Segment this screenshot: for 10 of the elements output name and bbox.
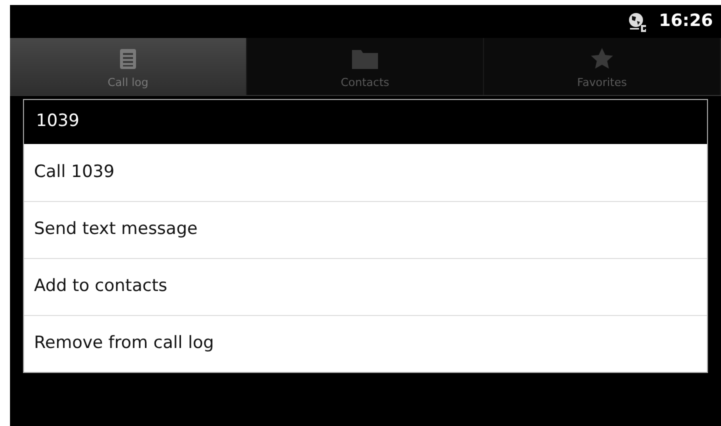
clock: 16:26 — [658, 10, 713, 33]
dialog-title: 1039 — [36, 110, 80, 134]
star-icon — [591, 48, 613, 68]
menu-item[interactable]: Call 1039 — [24, 144, 707, 201]
globe-icon — [626, 12, 647, 32]
menu-item[interactable]: Send text message — [24, 201, 707, 258]
menu-item[interactable]: Remove from call log — [24, 315, 707, 372]
menu-item[interactable]: Add to contacts — [24, 258, 707, 315]
list-icon — [120, 48, 136, 68]
folder-icon — [352, 50, 378, 68]
